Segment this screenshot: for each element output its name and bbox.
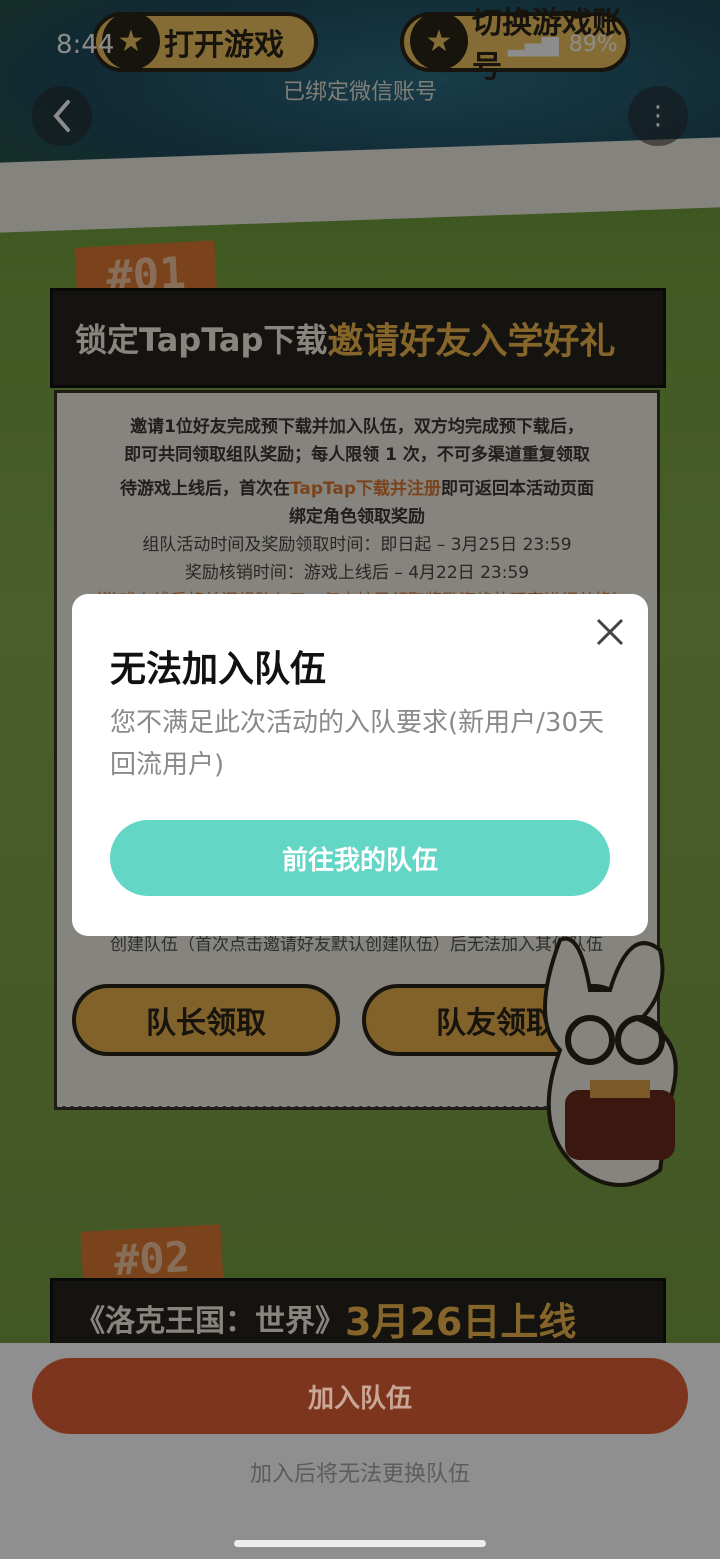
close-icon[interactable] bbox=[590, 612, 630, 652]
join-team-button[interactable]: 加入队伍 bbox=[32, 1358, 688, 1434]
go-my-team-button[interactable]: 前往我的队伍 bbox=[110, 820, 610, 896]
home-indicator[interactable] bbox=[234, 1540, 486, 1547]
dialog-title: 无法加入队伍 bbox=[110, 649, 327, 690]
cannot-join-dialog: 无法加入队伍 您不满足此次活动的入队要求(新用户/30天回流用户) 前往我的队伍 bbox=[72, 594, 648, 936]
join-team-note: 加入后将无法更换队伍 bbox=[249, 1462, 470, 1487]
dialog-message: 您不满足此次活动的入队要求(新用户/30天回流用户) bbox=[110, 708, 604, 780]
